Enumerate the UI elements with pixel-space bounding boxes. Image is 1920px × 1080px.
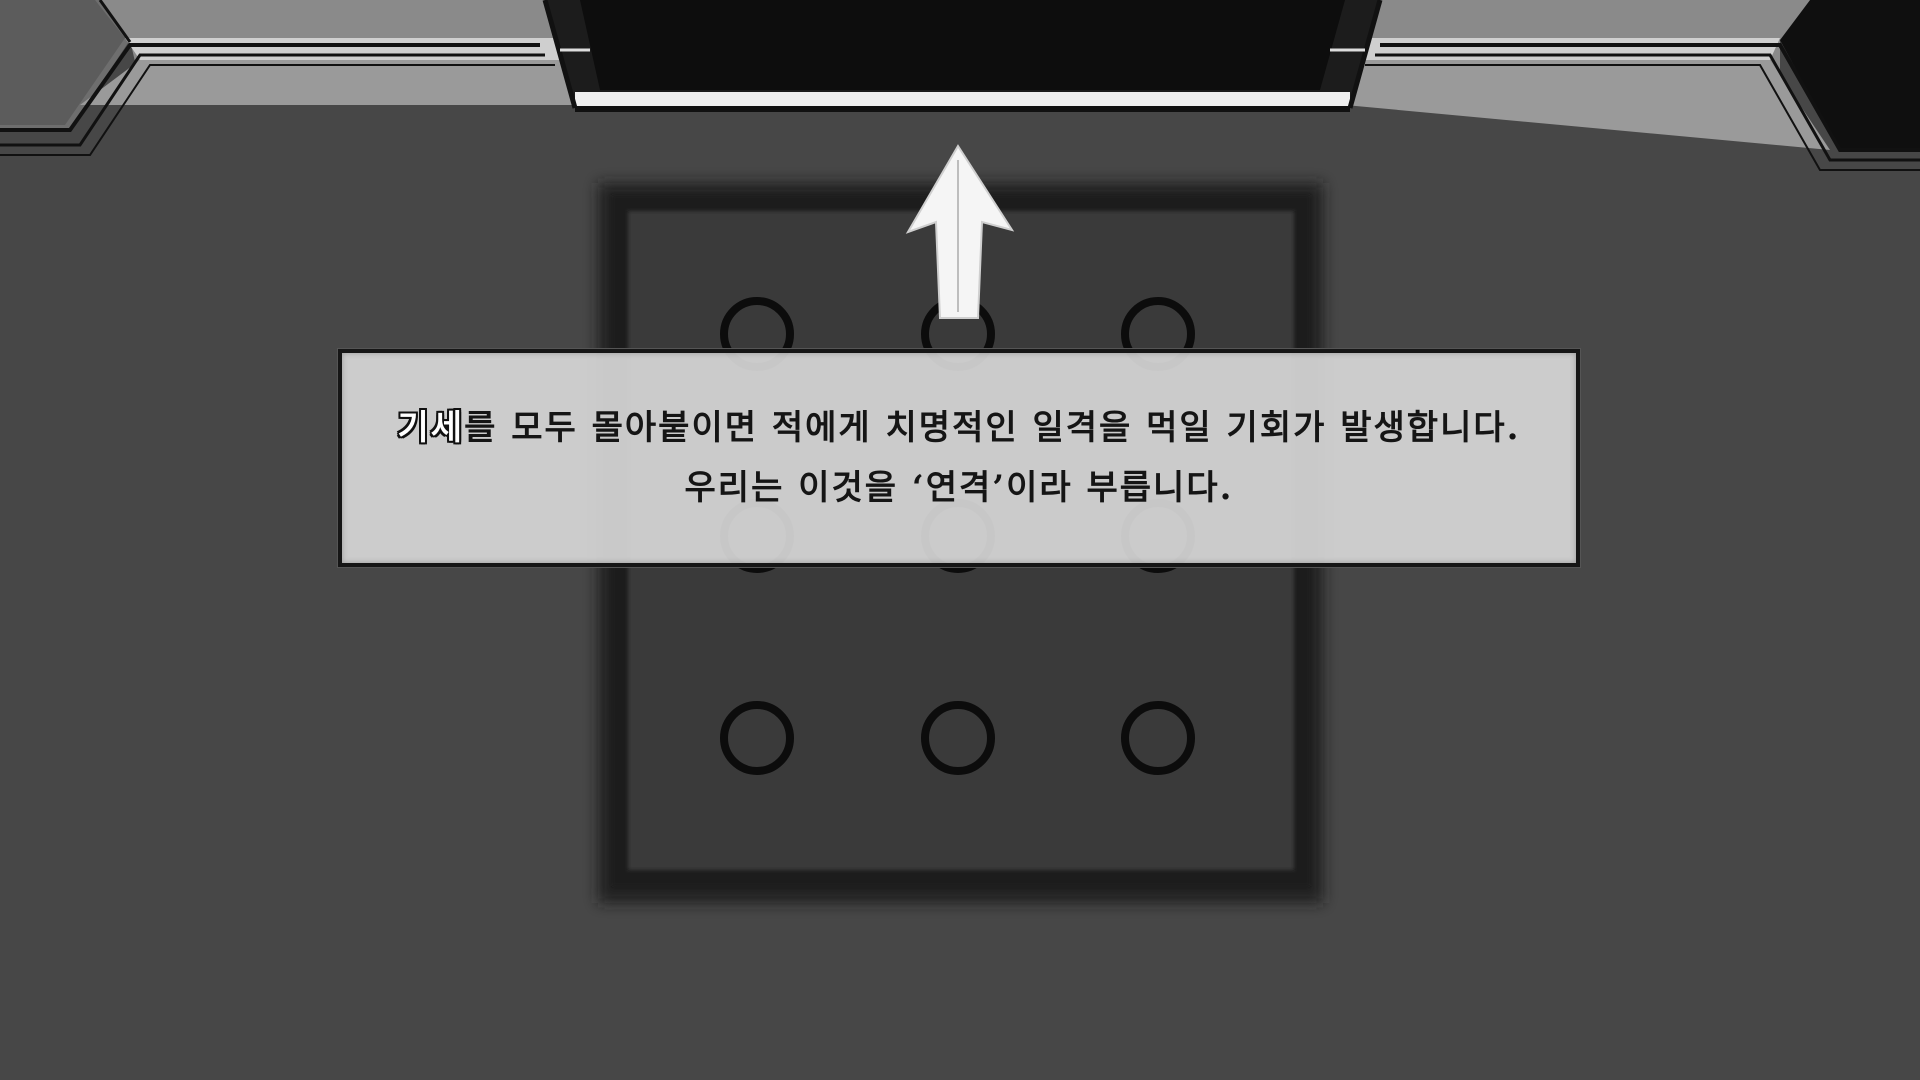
keyword-giseh: 기세 [397, 408, 465, 448]
tutorial-line-2: 우리는 이것을 ‘연격’이라 부릅니다. [684, 468, 1234, 508]
tutorial-line-1: 기세를 모두 몰아붙이면 적에게 치명적인 일격을 먹일 기회가 발생합니다. [398, 398, 1521, 458]
tutorial-dialog: 기세를 모두 몰아붙이면 적에게 치명적인 일격을 먹일 기회가 발생합니다. … [338, 349, 1580, 567]
top-frame [0, 0, 1920, 171]
tutorial-line-1-text: 를 모두 몰아붙이면 적에게 치명적인 일격을 먹일 기회가 발생합니다. [464, 408, 1521, 448]
